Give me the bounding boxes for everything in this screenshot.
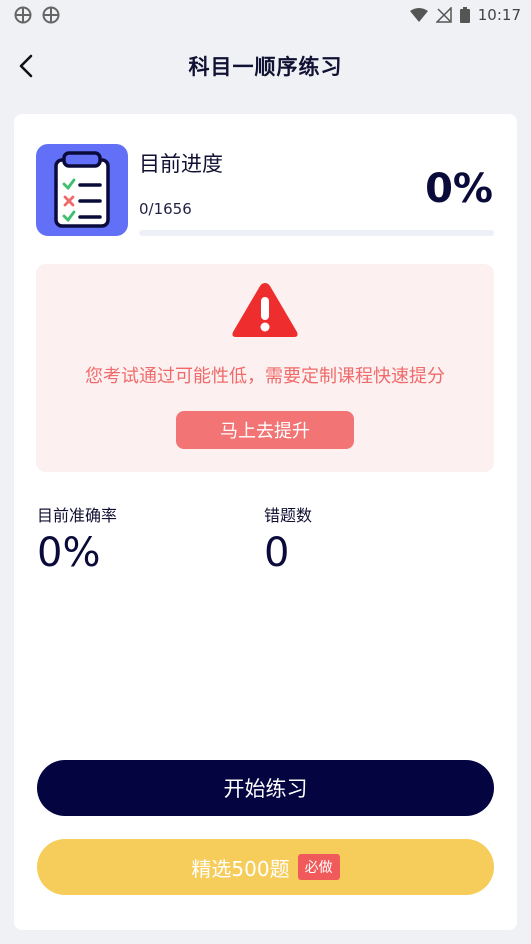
- progress-count: 0/1656: [139, 200, 192, 218]
- accuracy-stat: 目前准确率 0%: [37, 502, 117, 576]
- warning-icon: [232, 283, 298, 337]
- warning-message: 您考试通过可能性低，需要定制课程快速提分: [85, 366, 445, 387]
- selected-500-label: 精选500题: [191, 856, 290, 881]
- upgrade-button[interactable]: 马上去提升: [176, 411, 354, 449]
- warning-panel: 您考试通过可能性低，需要定制课程快速提分 马上去提升: [36, 264, 494, 472]
- back-button[interactable]: [10, 50, 42, 82]
- progress-bar: [139, 230, 494, 236]
- errors-stat[interactable]: 错题数 0: [264, 502, 312, 576]
- app-notification-icon: [42, 6, 60, 24]
- errors-label: 错题数: [264, 506, 313, 525]
- app-notification-icon: [14, 6, 32, 24]
- start-practice-button[interactable]: 开始练习: [37, 760, 494, 816]
- status-notifications: [14, 6, 60, 24]
- accuracy-value: 0%: [37, 530, 101, 576]
- progress-percent: 0%: [425, 166, 493, 212]
- selected-500-button[interactable]: 精选500题 必做: [37, 839, 494, 895]
- no-signal-icon: [435, 7, 452, 23]
- progress-title: 目前进度: [139, 152, 223, 176]
- errors-value: 0: [264, 530, 290, 576]
- status-bar: 10:17: [0, 0, 531, 30]
- battery-icon: [459, 7, 470, 23]
- nav-bar: 科目一顺序练习: [0, 38, 531, 94]
- clipboard-icon: [36, 144, 128, 236]
- chevron-left-icon: [19, 54, 33, 78]
- status-time: 10:17: [477, 6, 521, 24]
- practice-card: 目前进度 0/1656 0% 您考试通过可能性低，需要定制课程快速提分 马上去提…: [14, 114, 517, 930]
- status-system: 10:17: [409, 6, 521, 24]
- must-do-badge: 必做: [297, 854, 340, 880]
- accuracy-label: 目前准确率: [37, 506, 118, 525]
- wifi-icon: [409, 8, 428, 22]
- page-title: 科目一顺序练习: [188, 55, 343, 79]
